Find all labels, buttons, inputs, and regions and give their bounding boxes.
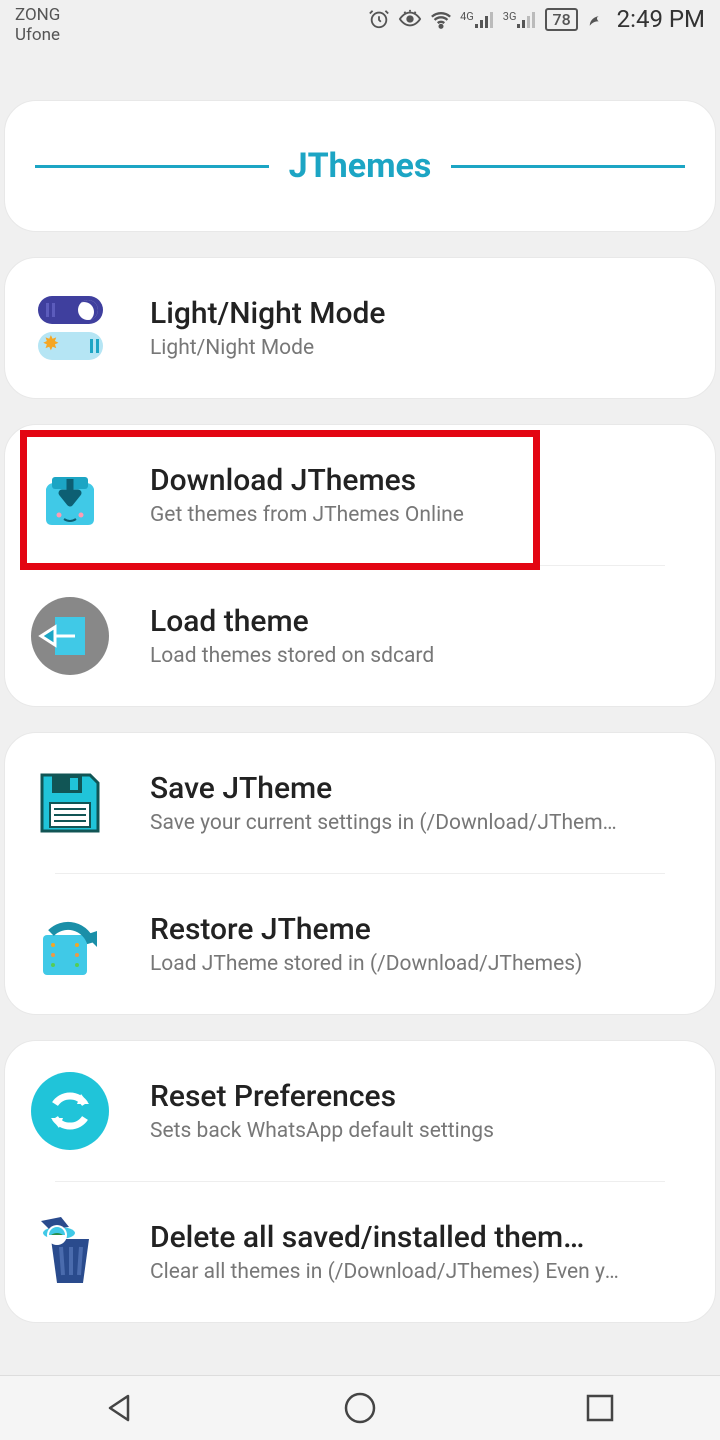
card-reset-delete: Reset Preferences Sets back WhatsApp def… <box>4 1040 716 1323</box>
item-subtitle: Load themes stored on sdcard <box>150 644 620 668</box>
item-title: Save JTheme <box>150 771 685 806</box>
item-title: Download JThemes <box>150 463 685 498</box>
status-bar: ZONG Ufone 4G 3G 78 2:49 PM <box>0 0 720 50</box>
item-subtitle: Load JTheme stored in (/Download/JThemes… <box>150 952 620 976</box>
status-icons: 4G 3G 78 2:49 PM <box>368 5 705 33</box>
trash-icon <box>30 1212 110 1292</box>
card-download-load: Download JThemes Get themes from JThemes… <box>4 424 716 707</box>
restore-icon <box>30 904 110 984</box>
carrier-2: Ufone <box>15 25 60 45</box>
signal-4g-icon: 4G <box>460 10 495 28</box>
item-subtitle: Get themes from JThemes Online <box>150 503 620 527</box>
floppy-icon <box>30 763 110 843</box>
restore-theme-item[interactable]: Restore JTheme Load JTheme stored in (/D… <box>5 874 715 1014</box>
page-title: JThemes <box>289 146 432 186</box>
card-mode: Light/Night Mode Light/Night Mode <box>4 257 716 399</box>
refresh-icon <box>30 1071 110 1151</box>
delete-themes-item[interactable]: Delete all saved/installed them… Clear a… <box>5 1182 715 1322</box>
item-title: Light/Night Mode <box>150 296 685 331</box>
status-time: 2:49 PM <box>617 5 705 33</box>
item-title: Reset Preferences <box>150 1079 685 1114</box>
light-night-item[interactable]: Light/Night Mode Light/Night Mode <box>5 258 715 398</box>
item-title: Restore JTheme <box>150 912 685 947</box>
load-icon <box>30 596 110 676</box>
reset-preferences-item[interactable]: Reset Preferences Sets back WhatsApp def… <box>5 1041 715 1181</box>
wifi-icon <box>430 8 452 30</box>
home-button[interactable] <box>340 1388 380 1428</box>
eye-icon <box>398 8 422 30</box>
card-save-restore: Save JTheme Save your current settings i… <box>4 732 716 1015</box>
back-button[interactable] <box>100 1388 140 1428</box>
signal-3g-icon: 3G <box>503 10 538 28</box>
navigation-bar <box>0 1375 720 1440</box>
page-header: JThemes <box>4 100 716 232</box>
item-subtitle: Sets back WhatsApp default settings <box>150 1119 620 1143</box>
alarm-icon <box>368 8 390 30</box>
item-subtitle: Light/Night Mode <box>150 336 620 360</box>
header-line-left <box>35 165 269 168</box>
save-theme-item[interactable]: Save JTheme Save your current settings i… <box>5 733 715 873</box>
download-icon <box>30 455 110 535</box>
battery-icon: 78 <box>545 8 577 31</box>
recent-button[interactable] <box>580 1388 620 1428</box>
leaf-icon <box>586 10 604 28</box>
download-themes-item[interactable]: Download JThemes Get themes from JThemes… <box>5 425 715 565</box>
load-theme-item[interactable]: Load theme Load themes stored on sdcard <box>5 566 715 706</box>
light-night-icon <box>30 288 110 368</box>
item-title: Load theme <box>150 604 685 639</box>
carrier-1: ZONG <box>15 5 60 25</box>
item-subtitle: Save your current settings in (/Download… <box>150 811 620 835</box>
status-carriers: ZONG Ufone <box>15 5 60 46</box>
item-title: Delete all saved/installed them… <box>150 1220 685 1255</box>
header-line-right <box>451 165 685 168</box>
item-subtitle: Clear all themes in (/Download/JThemes) … <box>150 1260 620 1284</box>
